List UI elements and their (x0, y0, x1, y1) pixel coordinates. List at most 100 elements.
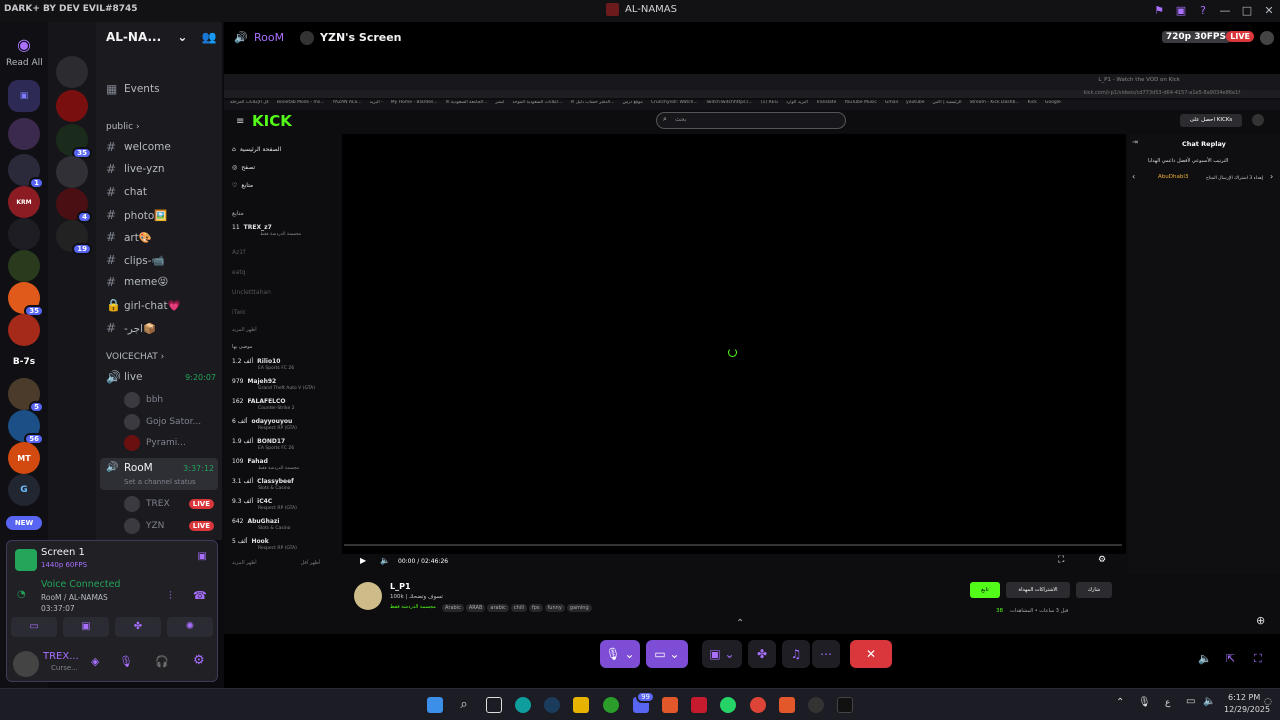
voice-category[interactable]: VOICECHAT › (106, 352, 164, 362)
channel-arabic[interactable]: # -اجر📦 (106, 321, 156, 335)
camera-button[interactable]: ▭ ⌄ (646, 640, 688, 668)
bookmark[interactable]: YouTube Music (844, 100, 877, 110)
server-icon-8[interactable]: 56 (8, 410, 44, 445)
fullscreen-icon[interactable]: ⛶ (1254, 652, 1262, 666)
headphones-icon[interactable]: 🎧 (155, 655, 169, 668)
bookmark[interactable]: Stream - Kick Dashb... (970, 100, 1020, 110)
volume-icon[interactable]: 🔈 (1198, 652, 1212, 665)
share-screen-button[interactable]: ▣ (63, 617, 109, 637)
nav-browse[interactable]: ◎ تصفح (232, 164, 255, 171)
screen-share-icon[interactable]: ▣ (1170, 0, 1192, 22)
voice-user-yzn[interactable]: YZN LIVE (124, 518, 214, 534)
show-more-link[interactable]: أظهر المزيد (232, 327, 257, 333)
disconnect-button[interactable]: ✕ (850, 640, 892, 668)
capcut-icon[interactable] (837, 697, 853, 713)
brave-icon[interactable] (779, 697, 795, 713)
chat-icon[interactable] (1260, 31, 1274, 45)
tag[interactable]: funny (544, 604, 565, 612)
steam-icon[interactable] (544, 697, 560, 713)
channel-avatar[interactable] (354, 582, 382, 610)
channel-name[interactable]: L_P1 (390, 582, 411, 591)
soundboard-button[interactable]: ✺ (167, 617, 213, 637)
public-category[interactable]: public › (106, 122, 140, 132)
windows-start-icon[interactable] (427, 697, 443, 713)
bookmark[interactable]: TwitchTwitchhttps:/... (706, 100, 753, 110)
minimize-button[interactable]: — (1214, 0, 1236, 22)
disconnect-icon[interactable]: ☎ (193, 589, 207, 602)
microphone-icon[interactable]: 🎙 (1138, 697, 1151, 708)
voice-user-trex[interactable]: TREX LIVE (124, 496, 214, 512)
channel-art[interactable]: # art🎨 (106, 230, 152, 244)
server-icon-3[interactable] (8, 218, 40, 250)
channel-meme[interactable]: # meme😝 (106, 275, 168, 289)
chevron-left-icon[interactable]: ‹ (1132, 172, 1135, 181)
obs-icon[interactable] (808, 697, 824, 713)
new-badge[interactable]: NEW (6, 516, 42, 530)
tag[interactable]: fps (529, 604, 543, 612)
activities-button[interactable]: ✤ (115, 617, 161, 637)
channel-welcome[interactable]: # welcome (106, 140, 171, 154)
recommended-item[interactable]: 1.9 ألف BOND17 (232, 438, 285, 445)
bookmark[interactable]: youtube (906, 100, 925, 110)
task-view-icon[interactable] (486, 697, 502, 713)
voice-status[interactable]: Voice Connected (41, 579, 120, 590)
edge-icon[interactable] (515, 697, 531, 713)
folder-button[interactable]: ▣ (8, 80, 40, 112)
bookmark[interactable]: Translate (816, 100, 836, 110)
server-icon-5[interactable]: 35 (8, 282, 44, 317)
microphone-icon[interactable]: 🎙 (119, 655, 133, 668)
settings-icon[interactable]: ⚙ (1098, 555, 1106, 565)
server-icon-9[interactable]: G (8, 474, 40, 506)
get-kicks-button[interactable]: احصل على KICKs (1180, 114, 1242, 127)
whatsapp-icon[interactable] (720, 697, 736, 713)
recommended-item[interactable]: 3.1 ألف Classybeef (232, 478, 294, 485)
bookmark[interactable]: البريد الوارد (786, 100, 808, 110)
avatar[interactable] (1252, 114, 1264, 126)
bookmark[interactable]: الرئيسية | اكس (933, 100, 962, 110)
server-icon-b7s[interactable]: B-7s (8, 346, 40, 378)
channel-photo[interactable]: # photo🖼️ (106, 208, 167, 222)
bookmark[interactable]: أعلانات السعودية الموحد... (512, 100, 562, 110)
bookmark[interactable]: YAZAN ALS... (332, 100, 361, 110)
stage-channel[interactable]: RooM (254, 31, 284, 44)
maximize-button[interactable]: □ (1236, 0, 1258, 22)
volume-icon[interactable]: 🔈 (380, 556, 390, 565)
bookmark[interactable]: Bonetab Mods - ms... (277, 100, 325, 110)
events-item[interactable]: ▦ Events (106, 82, 160, 96)
tag[interactable]: gaming (566, 604, 592, 612)
server-icon-6[interactable] (8, 314, 40, 346)
browser-tab-title[interactable]: L_P1 - Watch the VOD on Kick (1098, 77, 1180, 83)
more-button[interactable]: ⋯ (812, 640, 840, 668)
server-icon-4[interactable] (8, 250, 40, 282)
tag[interactable]: Arabic (442, 604, 464, 612)
gift-subs-button[interactable]: الاشتراكات المهداة (1006, 582, 1070, 598)
guild-header[interactable]: AL-NA... ⌄ 👥 (106, 30, 217, 44)
server-icon-mt[interactable]: MT (8, 442, 40, 474)
voice-channel-live[interactable]: 🔊 live 9:20:07 (106, 370, 216, 384)
video-player[interactable] (342, 134, 1126, 554)
chevron-right-icon[interactable]: › (1270, 172, 1273, 181)
chat-user[interactable]: AbuDhabi3 (1158, 174, 1188, 180)
channel-category[interactable]: مجسمة الدردشة فقط (390, 604, 436, 610)
camera-button[interactable]: ▭ (11, 617, 57, 637)
recommended-item[interactable]: 109 Fahad (232, 458, 268, 465)
bookmark[interactable]: Crunchyroll: Watch... (651, 100, 698, 110)
folder-server-5[interactable]: 4 (56, 188, 92, 223)
bookmark[interactable]: موقع درس (622, 100, 642, 110)
avatar[interactable] (13, 651, 39, 677)
voice-user[interactable]: Pyrami... (124, 435, 186, 451)
discord-icon[interactable]: 99 (633, 691, 655, 713)
folder-server-3[interactable]: 35 (56, 124, 92, 159)
tag[interactable]: chill (510, 604, 527, 612)
channel-clips[interactable]: # clips-📹 (106, 253, 165, 267)
bookmark[interactable]: الدفتر حساب دليل الأ... (571, 100, 615, 110)
nav-following[interactable]: ♡ متابع (232, 182, 253, 189)
channel-girl-chat[interactable]: 🔒 girl-chat💗 (106, 298, 181, 312)
channel-live-yzn[interactable]: # live-yzn (106, 162, 165, 176)
server-icon-1[interactable] (8, 118, 40, 150)
fullscreen-icon[interactable]: ⛶ (1058, 555, 1064, 565)
notification-icon[interactable]: ◌ (1264, 697, 1272, 707)
mic-button[interactable]: 🎙 ⌄ (600, 640, 640, 668)
language-indicator[interactable]: ع (1165, 698, 1170, 708)
recommended-item[interactable]: 1.2 ألف Rilio10 (232, 358, 280, 365)
